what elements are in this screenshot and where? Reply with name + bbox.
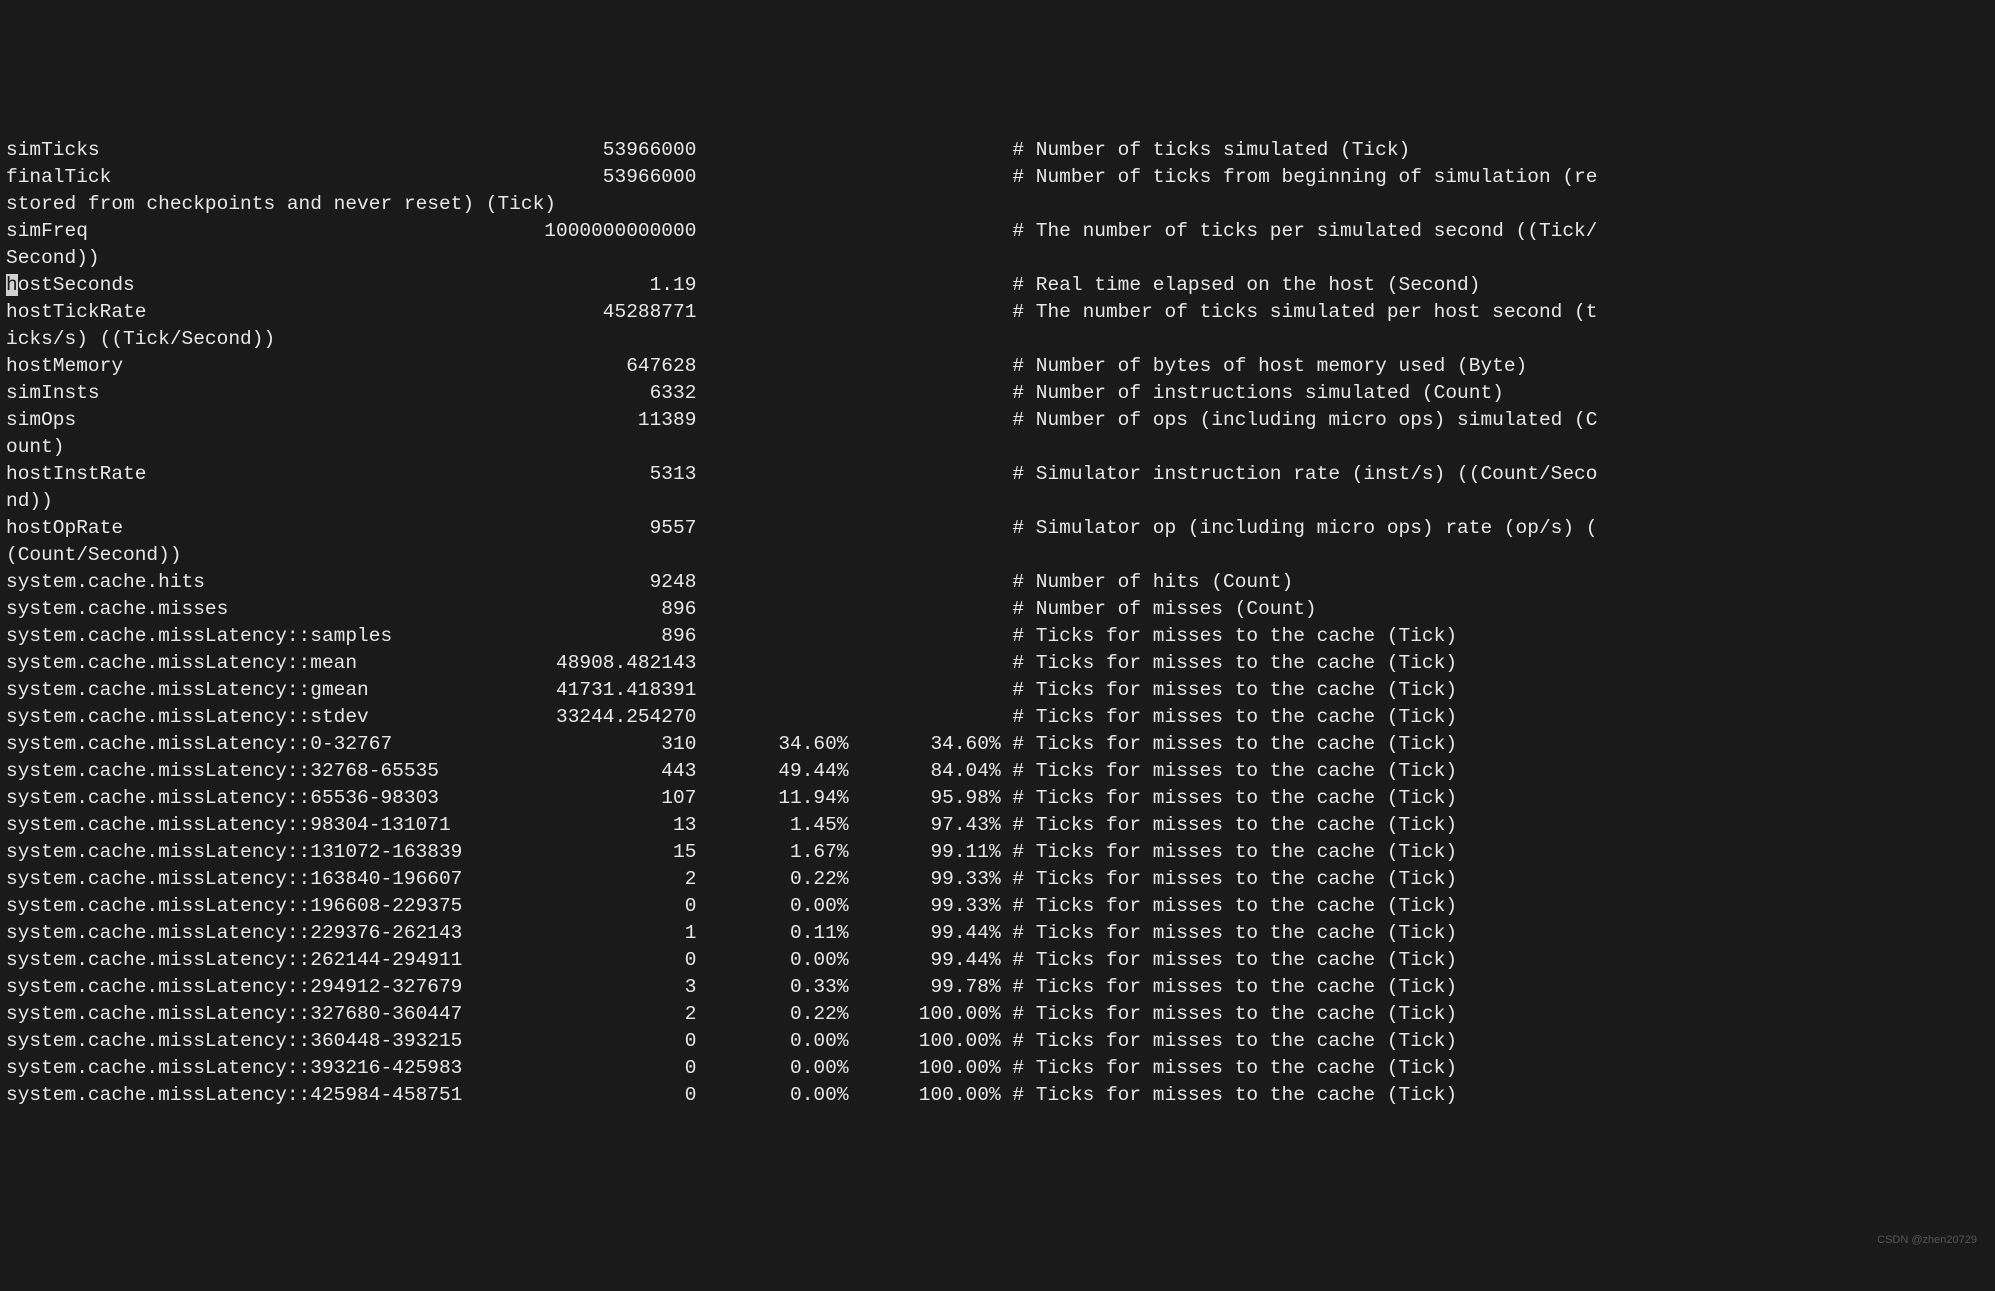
stat-line: system.cache.missLatency::samples 896 # … bbox=[6, 625, 1457, 647]
stat-line: icks/s) ((Tick/Second)) bbox=[6, 328, 275, 350]
stat-line: system.cache.missLatency::65536-98303 10… bbox=[6, 787, 1457, 809]
terminal-output[interactable]: simTicks 53966000 # Number of ticks simu… bbox=[0, 135, 1995, 1109]
stat-line: system.cache.missLatency::32768-65535 44… bbox=[6, 760, 1457, 782]
watermark: CSDN @zhen20729 bbox=[1877, 1227, 1977, 1254]
cursor-highlight: h bbox=[6, 274, 18, 296]
stat-line: system.cache.missLatency::327680-360447 … bbox=[6, 1003, 1457, 1025]
stat-line: system.cache.misses 896 # Number of miss… bbox=[6, 598, 1317, 620]
stat-line: system.cache.missLatency::mean 48908.482… bbox=[6, 652, 1457, 674]
stat-line: system.cache.missLatency::229376-262143 … bbox=[6, 922, 1457, 944]
stat-line: simFreq 1000000000000 # The number of ti… bbox=[6, 220, 1597, 242]
stat-line: system.cache.missLatency::131072-163839 … bbox=[6, 841, 1457, 863]
stat-line: simOps 11389 # Number of ops (including … bbox=[6, 409, 1597, 431]
stat-line: ount) bbox=[6, 436, 65, 458]
stat-line: hostMemory 647628 # Number of bytes of h… bbox=[6, 355, 1527, 377]
stat-line: system.cache.missLatency::98304-131071 1… bbox=[6, 814, 1457, 836]
stat-line: system.cache.missLatency::262144-294911 … bbox=[6, 949, 1457, 971]
stat-line: hostTickRate 45288771 # The number of ti… bbox=[6, 301, 1597, 323]
stat-line: simInsts 6332 # Number of instructions s… bbox=[6, 382, 1504, 404]
stat-line: hostSeconds 1.19 # Real time elapsed on … bbox=[6, 274, 1480, 296]
stat-line: system.cache.missLatency::393216-425983 … bbox=[6, 1057, 1457, 1079]
stat-line: stored from checkpoints and never reset)… bbox=[6, 193, 556, 215]
stat-line: (Count/Second)) bbox=[6, 544, 182, 566]
stat-line: nd)) bbox=[6, 490, 53, 512]
stat-line: system.cache.missLatency::360448-393215 … bbox=[6, 1030, 1457, 1052]
stat-line: hostInstRate 5313 # Simulator instructio… bbox=[6, 463, 1597, 485]
stat-line: system.cache.missLatency::163840-196607 … bbox=[6, 868, 1457, 890]
stat-line: simTicks 53966000 # Number of ticks simu… bbox=[6, 139, 1410, 161]
stat-line: system.cache.missLatency::294912-327679 … bbox=[6, 976, 1457, 998]
stat-line: hostOpRate 9557 # Simulator op (includin… bbox=[6, 517, 1597, 539]
stat-line: system.cache.missLatency::gmean 41731.41… bbox=[6, 679, 1457, 701]
stat-line: system.cache.missLatency::196608-229375 … bbox=[6, 895, 1457, 917]
stat-line: finalTick 53966000 # Number of ticks fro… bbox=[6, 166, 1597, 188]
stat-line: system.cache.missLatency::425984-458751 … bbox=[6, 1084, 1457, 1106]
stat-line: system.cache.missLatency::stdev 33244.25… bbox=[6, 706, 1457, 728]
stat-line: Second)) bbox=[6, 247, 100, 269]
stat-line: system.cache.missLatency::0-32767 310 34… bbox=[6, 733, 1457, 755]
stat-line: system.cache.hits 9248 # Number of hits … bbox=[6, 571, 1293, 593]
